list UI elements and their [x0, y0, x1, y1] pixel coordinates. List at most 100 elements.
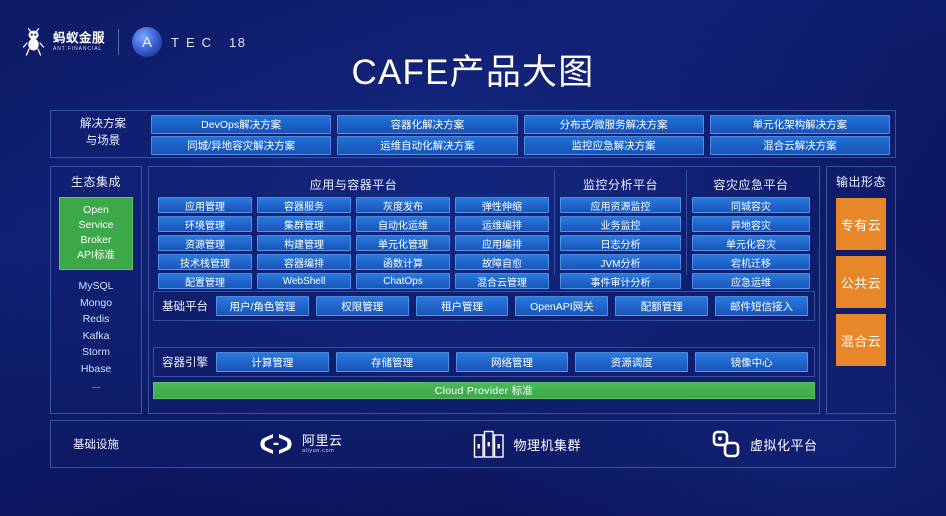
base-platform-items: 用户/角色管理 权限管理 租户管理 OpenAPI网关 配额管理 邮件短信接入 — [216, 296, 814, 316]
solution-chip[interactable]: 单元化架构解决方案 — [709, 115, 890, 134]
output-panel: 输出形态 专有云 公共云 混合云 — [826, 166, 896, 414]
container-engine-chip[interactable]: 资源调度 — [575, 352, 689, 372]
aliyun-wordmark: 阿里云 aliyun.com — [302, 432, 343, 454]
platform-cell[interactable]: 应用管理 — [158, 197, 252, 213]
ecosystem-component: Storm — [81, 346, 110, 358]
platform-cell[interactable]: WebShell — [257, 273, 351, 289]
platform-disaster-recovery: 容灾应急平台 同城容灾 异地容灾 单元化容灾 宕机迁移 应急运维 — [687, 170, 815, 289]
infrastructure-label: 基础设施 — [73, 439, 119, 451]
platform-title: 容灾应急平台 — [713, 178, 789, 192]
solution-chip[interactable]: 运维自动化解决方案 — [337, 136, 518, 155]
platform-cell[interactable]: 配置管理 — [158, 273, 252, 289]
platform-cell[interactable]: JVM分析 — [560, 254, 681, 270]
platform-cell[interactable]: 自动化运维 — [356, 216, 450, 232]
platform-cell[interactable]: 环境管理 — [158, 216, 252, 232]
infra-item-name: 阿里云 — [302, 432, 343, 448]
osb-line: Service — [78, 219, 114, 231]
open-service-broker-box: Open Service Broker API标准 — [59, 197, 133, 270]
infra-item-virtualization: 虚拟化平台 — [711, 429, 818, 459]
platform-monitoring: 监控分析平台 应用资源监控 业务监控 日志分析 JVM分析 事件审计分析 — [555, 170, 687, 289]
platform-cell[interactable]: ChatOps — [356, 273, 450, 289]
platform-cell[interactable]: 应急运维 — [692, 273, 810, 289]
platform-cell[interactable]: 同城容灾 — [692, 197, 810, 213]
platform-cell[interactable]: 单元化管理 — [356, 235, 450, 251]
base-platform-chip[interactable]: 用户/角色管理 — [216, 296, 309, 316]
platform-cell-grid: 同城容灾 异地容灾 单元化容灾 宕机迁移 应急运维 — [692, 193, 810, 289]
ecosystem-component: MySQL — [78, 280, 114, 292]
ecosystem-component: Hbase — [80, 362, 112, 375]
output-title: 输出形态 — [835, 175, 886, 189]
base-platform-chip[interactable]: OpenAPI网关 — [515, 296, 609, 316]
solution-chip[interactable]: 分布式/微服务解决方案 — [523, 115, 704, 134]
platform-cell[interactable]: 业务监控 — [560, 216, 681, 232]
platform-cell-grid: 应用管理 环境管理 资源管理 技术栈管理 配置管理 容器服务 集群管理 构建管理… — [158, 193, 549, 289]
container-engine-label: 容器引擎 — [162, 357, 208, 369]
base-platform-chip[interactable]: 权限管理 — [315, 296, 409, 316]
output-box-hybrid-cloud[interactable]: 混合云 — [836, 314, 886, 366]
platform-column: 容器服务 集群管理 构建管理 容器编排 WebShell — [257, 197, 351, 289]
solutions-label-line1: 解决方案 — [80, 118, 126, 130]
solutions-label-line2: 与场景 — [85, 135, 121, 147]
output-box-private-cloud[interactable]: 专有云 — [836, 198, 886, 250]
solutions-grid: DevOps解决方案 容器化解决方案 分布式/微服务解决方案 单元化架构解决方案… — [151, 115, 890, 155]
platform-title: 监控分析平台 — [582, 178, 658, 192]
output-box-public-cloud[interactable]: 公共云 — [836, 256, 886, 308]
solution-chip[interactable]: 同城/异地容灾解决方案 — [151, 136, 332, 155]
base-platform-chip[interactable]: 邮件短信接入 — [715, 296, 808, 316]
platform-cell[interactable]: 混合云管理 — [455, 273, 549, 289]
platform-cell[interactable]: 运维编排 — [455, 216, 549, 232]
platform-column: 应用资源监控 业务监控 日志分析 JVM分析 事件审计分析 — [560, 197, 681, 289]
platform-cell[interactable]: 故障自愈 — [455, 254, 549, 270]
base-platform-chip[interactable]: 配额管理 — [615, 296, 709, 316]
solutions-row-2: 同城/异地容灾解决方案 运维自动化解决方案 监控应急解决方案 混合云解决方案 — [151, 136, 890, 155]
platform-app-container: 应用与容器平台 应用管理 环境管理 资源管理 技术栈管理 配置管理 容器服务 集… — [153, 170, 555, 289]
infra-item-aliyun: 阿里云 aliyun.com — [259, 431, 343, 457]
infra-item-name: 虚拟化平台 — [750, 437, 818, 453]
platform-cell[interactable]: 容器编排 — [257, 254, 351, 270]
platform-column: 应用管理 环境管理 资源管理 技术栈管理 配置管理 — [158, 197, 252, 289]
platform-cell[interactable]: 弹性伸缩 — [455, 197, 549, 213]
platform-cell[interactable]: 函数计算 — [356, 254, 450, 270]
container-engine-chip[interactable]: 镜像中心 — [695, 352, 808, 372]
osb-line: Broker — [80, 234, 112, 246]
ecosystem-component: Kafka — [82, 329, 110, 342]
container-engine-chip[interactable]: 存储管理 — [335, 352, 449, 372]
solution-chip[interactable]: 容器化解决方案 — [337, 115, 518, 134]
platform-cell[interactable]: 技术栈管理 — [158, 254, 252, 270]
solution-chip[interactable]: 监控应急解决方案 — [523, 136, 704, 155]
slide-canvas: 蚂蚁金服 ANT FINANCIAL A TEC 18 CAFE产品大图 解决方… — [0, 0, 946, 516]
ecosystem-component-list: MySQL Mongo Redis Kafka Storm Hbase ... — [51, 278, 141, 394]
platform-cell[interactable]: 灰度发布 — [356, 197, 450, 213]
platform-cell[interactable]: 容器服务 — [257, 197, 351, 213]
solutions-band: 解决方案 与场景 DevOps解决方案 容器化解决方案 分布式/微服务解决方案 … — [50, 110, 896, 158]
solutions-row-1: DevOps解决方案 容器化解决方案 分布式/微服务解决方案 单元化架构解决方案 — [151, 115, 890, 134]
platform-cell[interactable]: 应用编排 — [455, 235, 549, 251]
platform-cell[interactable]: 资源管理 — [158, 235, 252, 251]
platform-column: 弹性伸缩 运维编排 应用编排 故障自愈 混合云管理 — [455, 197, 549, 289]
platform-cell[interactable]: 事件审计分析 — [560, 273, 681, 289]
platform-cell[interactable]: 宕机迁移 — [692, 254, 810, 270]
infrastructure-items: 阿里云 aliyun.com 物理机集群 虚拟化平台 — [211, 421, 895, 467]
container-engine-chip[interactable]: 网络管理 — [455, 352, 569, 372]
ecosystem-component: Mongo — [79, 296, 113, 309]
platform-cell[interactable]: 集群管理 — [257, 216, 351, 232]
ecosystem-panel: 生态集成 Open Service Broker API标准 MySQL Mon… — [50, 166, 142, 414]
container-engine-chip[interactable]: 计算管理 — [216, 352, 329, 372]
platform-cell[interactable]: 单元化容灾 — [692, 235, 810, 251]
platform-title: 应用与容器平台 — [309, 178, 398, 192]
base-platform-label: 基础平台 — [162, 301, 208, 313]
platform-cell[interactable]: 异地容灾 — [692, 216, 810, 232]
page-title: CAFE产品大图 — [351, 53, 595, 92]
vmware-icon — [712, 430, 740, 458]
solution-chip[interactable]: DevOps解决方案 — [151, 115, 332, 134]
platform-cell[interactable]: 应用资源监控 — [560, 197, 681, 213]
base-platform-row: 基础平台 用户/角色管理 权限管理 租户管理 OpenAPI网关 配额管理 邮件… — [153, 291, 815, 321]
base-platform-chip[interactable]: 租户管理 — [415, 296, 509, 316]
platform-cell[interactable]: 日志分析 — [560, 235, 681, 251]
infra-item-name: 物理机集群 — [513, 437, 582, 453]
server-rack-icon — [473, 430, 504, 458]
solution-chip[interactable]: 混合云解决方案 — [709, 136, 890, 155]
platform-cell[interactable]: 构建管理 — [257, 235, 351, 251]
cloud-provider-bar: Cloud Provider 标准 — [153, 382, 815, 399]
platforms-row: 应用与容器平台 应用管理 环境管理 资源管理 技术栈管理 配置管理 容器服务 集… — [153, 170, 815, 289]
